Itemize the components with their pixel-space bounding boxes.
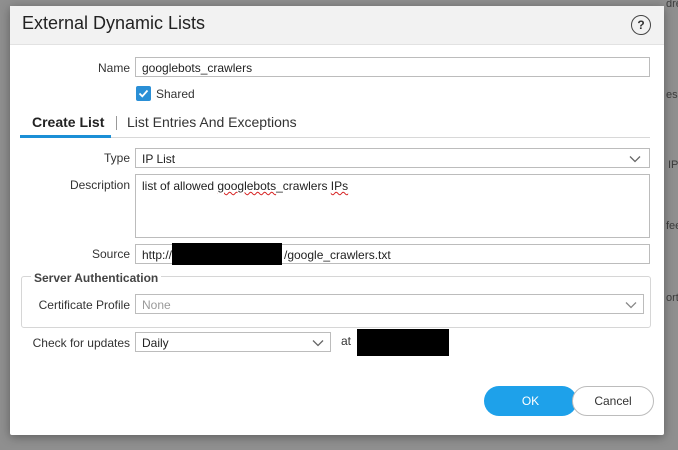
cancel-button[interactable]: Cancel	[572, 386, 654, 416]
at-label: at	[341, 334, 352, 348]
redaction-block	[172, 243, 282, 265]
background-text-fragment: fee	[666, 220, 678, 232]
background-text-fragment: ess	[666, 89, 678, 101]
type-label: Type	[103, 151, 130, 165]
name-label: Name	[97, 61, 130, 75]
background-text-fragment: ort	[666, 292, 678, 304]
chevron-down-icon	[312, 340, 324, 347]
certificate-profile-label: Certificate Profile	[38, 298, 130, 312]
tab-divider	[20, 137, 650, 138]
dialog-title: External Dynamic Lists	[22, 13, 206, 33]
description-label: Description	[69, 178, 130, 192]
chevron-down-icon	[625, 302, 637, 309]
check-for-updates-label: Check for updates	[32, 336, 130, 350]
description-text: _crawlers	[276, 179, 331, 193]
tab-list-entries-and-exceptions[interactable]: List Entries And Exceptions	[127, 114, 297, 130]
description-text-misspelled: IPs	[330, 179, 349, 193]
description-value: list of allowed googlebots_crawlers IPs	[142, 179, 348, 193]
server-authentication-title: Server Authentication	[31, 271, 162, 285]
type-select[interactable]: IP List	[135, 148, 650, 168]
dialog-title-bar: External Dynamic Lists ?	[10, 6, 664, 45]
source-prefix: http://	[142, 248, 173, 262]
tab-separator	[116, 116, 117, 130]
active-tab-indicator	[20, 135, 111, 138]
certificate-profile-value: None	[142, 298, 171, 312]
tab-create-list[interactable]: Create List	[32, 114, 104, 130]
background-text-fragment: IP	[668, 159, 678, 171]
background-text-fragment: dre	[666, 0, 678, 10]
shared-label: Shared	[156, 87, 195, 101]
description-textarea[interactable]: list of allowed googlebots_crawlers IPs	[135, 174, 650, 238]
description-text-misspelled: googlebots	[217, 179, 277, 193]
help-icon[interactable]: ?	[631, 15, 651, 35]
description-text: list of allowed	[142, 179, 218, 193]
ok-button[interactable]: OK	[484, 386, 577, 416]
check-for-updates-select[interactable]: Daily	[135, 332, 331, 352]
type-value: IP List	[142, 152, 176, 166]
chevron-down-icon	[629, 156, 641, 163]
external-dynamic-lists-dialog: External Dynamic Lists ? Name googlebots…	[10, 6, 664, 435]
name-field[interactable]: googlebots_crawlers	[135, 57, 650, 77]
certificate-profile-select[interactable]: None	[135, 294, 644, 314]
name-value: googlebots_crawlers	[142, 61, 253, 75]
source-field[interactable]: http:// /google_crawlers.txt	[135, 243, 650, 265]
checkmark-icon	[138, 89, 149, 98]
source-suffix: /google_crawlers.txt	[284, 248, 391, 262]
check-for-updates-value: Daily	[142, 336, 169, 350]
shared-checkbox[interactable]	[136, 86, 151, 101]
redaction-block	[357, 329, 449, 356]
source-label: Source	[91, 247, 130, 261]
